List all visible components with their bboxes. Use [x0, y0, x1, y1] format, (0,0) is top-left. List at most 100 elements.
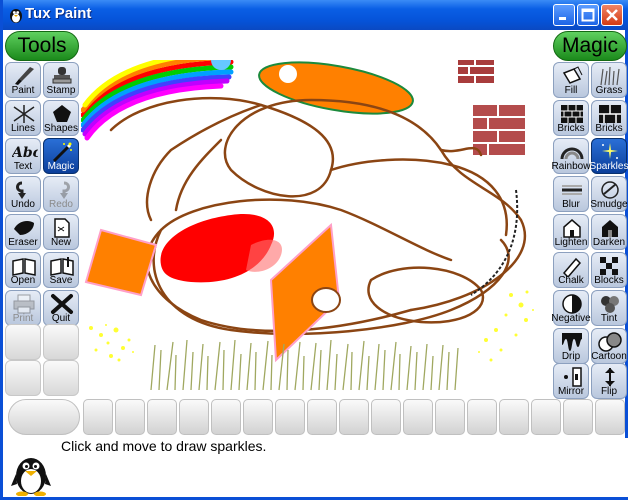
- color-swatch[interactable]: [211, 399, 241, 435]
- title-bar[interactable]: Tux Paint: [3, 0, 628, 30]
- magic-label: Drip: [561, 351, 581, 362]
- window-title: Tux Paint: [25, 5, 92, 22]
- close-icon: [606, 9, 618, 21]
- smudge-icon: [601, 181, 619, 199]
- color-swatch[interactable]: [179, 399, 209, 435]
- magic-tint[interactable]: Tint: [591, 290, 627, 326]
- color-swatch[interactable]: [83, 399, 113, 435]
- magic-lighten[interactable]: Lighten: [553, 214, 589, 250]
- magic-blur[interactable]: Blur: [553, 176, 589, 212]
- magic-grass[interactable]: Grass: [591, 62, 627, 98]
- open-book-icon: [12, 258, 36, 276]
- redo-icon: [60, 181, 70, 199]
- drawing-canvas[interactable]: [81, 60, 551, 395]
- color-swatch[interactable]: [147, 399, 177, 435]
- tool-print[interactable]: Print: [5, 290, 41, 326]
- tools-header: Tools: [5, 31, 79, 61]
- tool-open[interactable]: Open: [5, 252, 41, 288]
- magic-bricks-small[interactable]: Bricks: [553, 100, 589, 136]
- tool-label: Shapes: [44, 123, 78, 134]
- tool-save[interactable]: Save: [43, 252, 79, 288]
- tool-stamp[interactable]: Stamp: [43, 62, 79, 98]
- magic-header: Magic: [553, 31, 627, 61]
- tool-magic[interactable]: Magic: [43, 138, 79, 174]
- close-button[interactable]: [601, 4, 623, 26]
- tux-app-icon: [10, 9, 22, 23]
- blocks-icon: [600, 257, 618, 275]
- magic-mirror[interactable]: Mirror: [553, 363, 589, 399]
- maximize-button[interactable]: [577, 4, 599, 26]
- empty-tool-slot: [43, 324, 79, 360]
- magic-label: Mirror: [557, 386, 585, 397]
- tint-icon: [601, 296, 619, 313]
- color-swatch[interactable]: [499, 399, 529, 435]
- tool-eraser[interactable]: Eraser: [5, 214, 41, 250]
- color-swatch[interactable]: [243, 399, 273, 435]
- stamp-icon: [52, 67, 72, 84]
- magic-label: Grass: [595, 85, 623, 96]
- tool-new[interactable]: New: [43, 214, 79, 250]
- minimize-icon: [559, 17, 566, 20]
- tool-label: Print: [12, 313, 34, 324]
- sparkles-icon: [602, 143, 618, 159]
- color-swatch[interactable]: [531, 399, 561, 435]
- magic-fill[interactable]: Fill: [553, 62, 589, 98]
- tool-label: Eraser: [8, 237, 38, 248]
- tool-label: Open: [10, 275, 36, 286]
- status-message: Click and move to draw sparkles.: [61, 438, 267, 454]
- tool-redo[interactable]: Redo: [43, 176, 79, 212]
- color-swatch[interactable]: [371, 399, 401, 435]
- tool-label: Lines: [11, 123, 35, 134]
- magic-label: Cartoon: [591, 351, 627, 362]
- tool-label: Save: [49, 275, 73, 286]
- color-swatch[interactable]: [435, 399, 465, 435]
- tool-undo[interactable]: Undo: [5, 176, 41, 212]
- status-area: Click and move to draw sparkles.: [6, 438, 628, 497]
- magic-drip[interactable]: Drip: [553, 328, 589, 364]
- tool-paint[interactable]: Paint: [5, 62, 41, 98]
- tool-label: Stamp: [46, 85, 76, 96]
- text-icon: Abc: [12, 145, 38, 161]
- magic-label: Tint: [600, 313, 618, 324]
- empty-tool-slot: [43, 360, 79, 396]
- new-page-icon: [54, 218, 70, 238]
- magic-label: Rainbow: [551, 161, 591, 172]
- color-swatch[interactable]: [595, 399, 625, 435]
- minimize-button[interactable]: [553, 4, 575, 26]
- magic-rainbow[interactable]: Rainbow: [551, 138, 591, 174]
- cartoon-icon: [598, 332, 622, 352]
- magic-sparkles[interactable]: Sparkles: [590, 138, 628, 174]
- tux-paint-window: Tux Paint Tools Magic Paint Stamp Lines: [0, 0, 628, 500]
- color-swatch[interactable]: [307, 399, 337, 435]
- magic-smudge[interactable]: Smudge: [590, 176, 628, 212]
- magic-cartoon[interactable]: Cartoon: [591, 328, 627, 364]
- tool-label: New: [50, 237, 71, 248]
- color-swatch[interactable]: [467, 399, 497, 435]
- color-swatch[interactable]: [339, 399, 369, 435]
- grass-stroke: [150, 339, 459, 391]
- tool-shapes[interactable]: Shapes: [43, 100, 79, 136]
- magic-chalk[interactable]: Chalk: [553, 252, 589, 288]
- magic-blocks[interactable]: Blocks: [591, 252, 627, 288]
- magic-bricks-large[interactable]: Bricks: [591, 100, 627, 136]
- magic-label: Bricks: [595, 123, 623, 134]
- tool-quit[interactable]: Quit: [43, 290, 79, 326]
- color-swatch[interactable]: [115, 399, 145, 435]
- tool-lines[interactable]: Lines: [5, 100, 41, 136]
- darken-icon: [602, 220, 618, 237]
- color-palette: [6, 397, 628, 437]
- magic-darken[interactable]: Darken: [591, 214, 627, 250]
- rainbow-icon: [560, 147, 584, 160]
- empty-tool-slot: [5, 324, 41, 360]
- magic-negative[interactable]: Negative: [551, 290, 591, 326]
- magic-flip[interactable]: Flip: [591, 363, 627, 399]
- color-swatch[interactable]: [275, 399, 305, 435]
- eraser-icon: [14, 221, 34, 235]
- tool-label: Redo: [49, 199, 73, 210]
- color-swatch[interactable]: [403, 399, 433, 435]
- tool-text[interactable]: Abc Text: [5, 138, 41, 174]
- brick-pattern-small: [458, 60, 494, 83]
- tool-label: Paint: [11, 85, 35, 96]
- color-swatch[interactable]: [563, 399, 593, 435]
- color-swatch[interactable]: [8, 399, 80, 435]
